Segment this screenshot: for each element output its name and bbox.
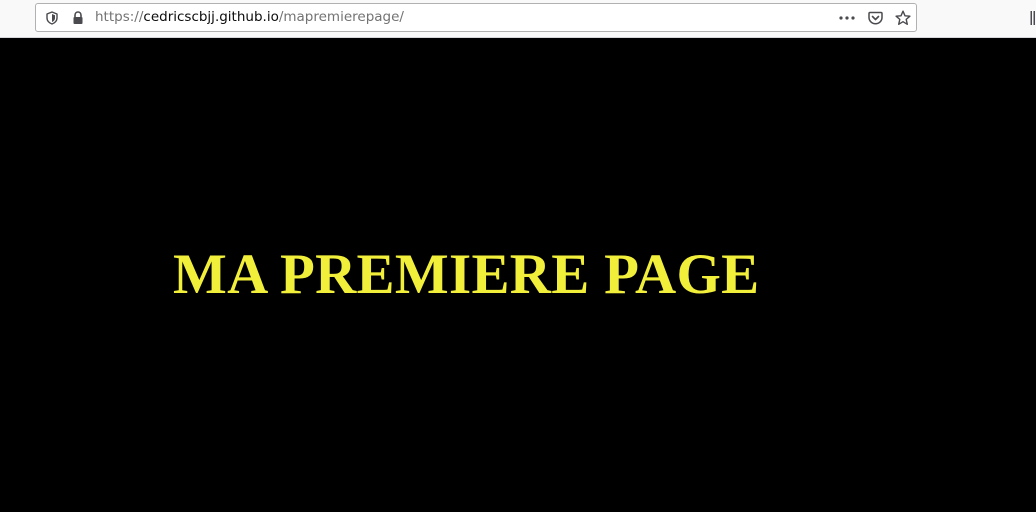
star-icon[interactable] [893, 4, 913, 31]
url-scheme: https:// [95, 9, 144, 25]
pocket-icon[interactable] [865, 4, 885, 31]
library-icon[interactable] [1030, 10, 1036, 26]
url-host: cedricscbjj.github.io [143, 9, 279, 25]
lock-icon[interactable] [70, 4, 86, 31]
url-bar[interactable]: https://cedricscbjj.github.io/mapremiere… [35, 3, 917, 32]
browser-toolbar: https://cedricscbjj.github.io/mapremiere… [0, 0, 1036, 38]
page-heading: MA PREMIERE PAGE [173, 243, 760, 306]
url-text[interactable]: https://cedricscbjj.github.io/mapremiere… [95, 4, 404, 31]
shield-icon[interactable] [44, 4, 60, 31]
url-path: /mapremierepage/ [278, 9, 404, 25]
page-content: MA PREMIERE PAGE [0, 38, 1036, 512]
more-horizontal-icon[interactable] [836, 4, 858, 31]
